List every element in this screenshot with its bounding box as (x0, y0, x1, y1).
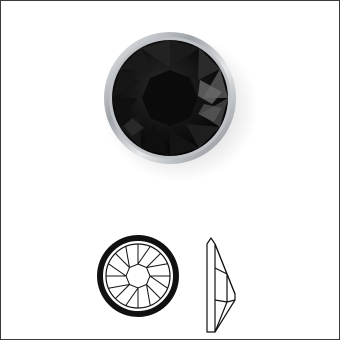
stone-photo-svg (102, 32, 258, 182)
stone-top-view-diagram (97, 235, 179, 317)
stone-diagrams (0, 220, 340, 340)
stone-diagrams-svg (97, 235, 236, 333)
stone-side-view-diagram (206, 237, 236, 333)
stone-photo (0, 0, 340, 220)
